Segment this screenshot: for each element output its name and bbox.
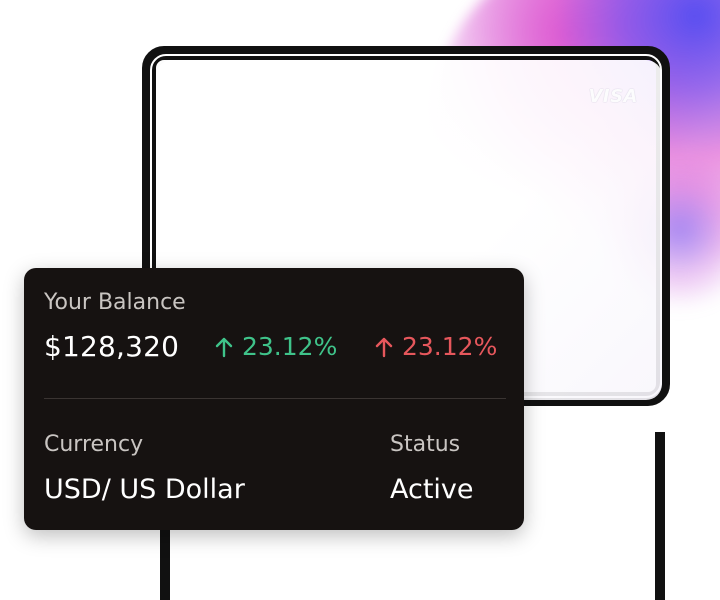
change-positive-value: 23.12% [242,332,338,361]
balance-amount: $128,320 [44,330,180,363]
balance-change-positive: 23.12% [214,332,337,361]
arrow-up-icon [215,337,233,357]
status-value: Active [390,474,474,505]
balance-change-negative: 23.12% [374,332,497,361]
currency-label: Currency [44,432,144,457]
visa-logo: VISA [588,86,638,107]
currency-value: USD/ US Dollar [44,474,245,505]
arrow-up-icon [375,337,393,357]
balance-card: Your Balance $128,320 23.12% 23.12% Curr… [24,268,524,530]
divider [44,398,506,399]
status-label: Status [390,432,461,457]
stage: VISA Your Balance $128,320 23.12% 23.12%… [0,0,720,600]
balance-label: Your Balance [44,290,186,315]
change-negative-value: 23.12% [402,332,498,361]
